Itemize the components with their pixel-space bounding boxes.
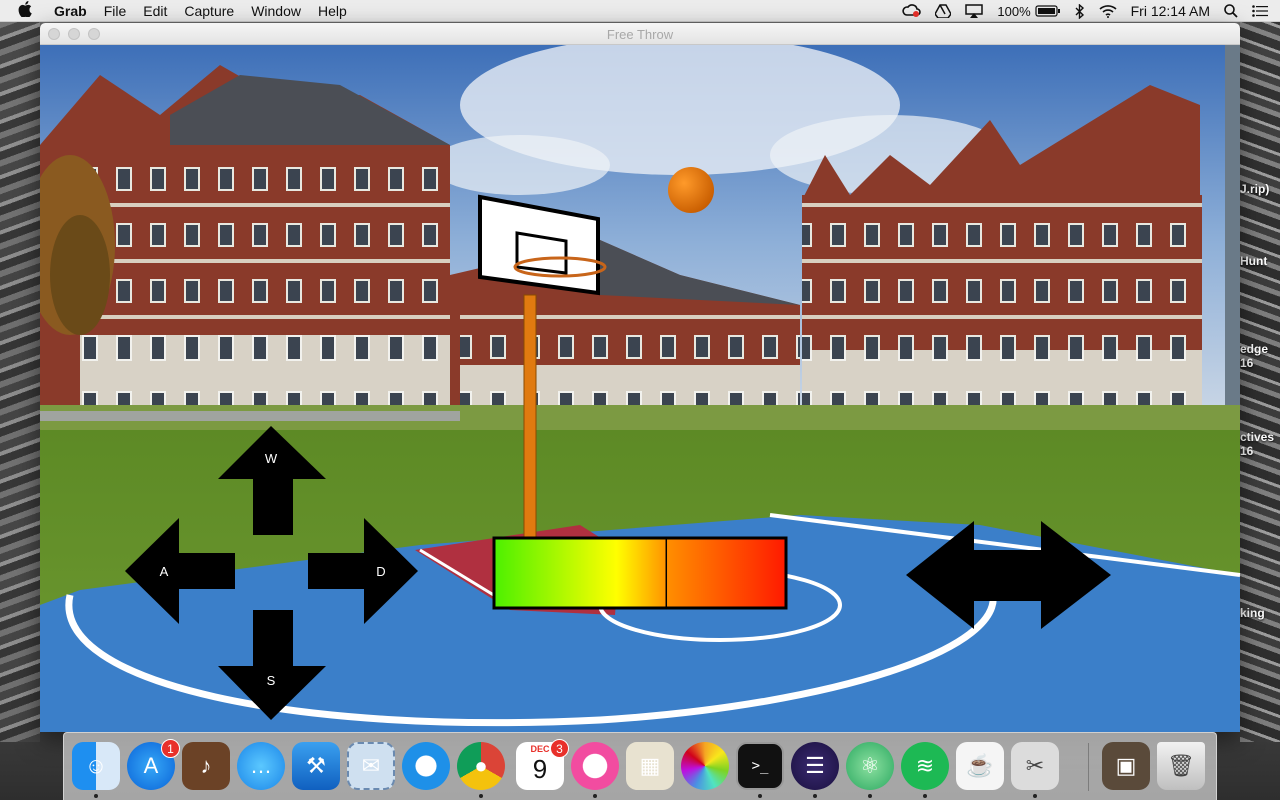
- apple-menu-icon[interactable]: [18, 0, 36, 21]
- bluetooth-icon[interactable]: [1075, 3, 1085, 19]
- desktop-wallpaper-left: [0, 22, 40, 742]
- desktop-file-label-3[interactable]: edge 16: [1240, 342, 1268, 370]
- terminal-icon[interactable]: >_: [736, 742, 784, 790]
- running-indicator: [923, 794, 927, 798]
- down-key-label: S: [267, 673, 276, 688]
- cloud: [430, 135, 610, 195]
- calendar-day: 9: [532, 754, 548, 784]
- battery-percent[interactable]: 100%: [997, 4, 1030, 19]
- creative-cloud-icon[interactable]: [901, 4, 922, 18]
- preview-glyph: ▦: [639, 753, 661, 778]
- game-canvas[interactable]: W A D S: [40, 45, 1240, 732]
- photos-icon[interactable]: [681, 742, 729, 790]
- itunes-glyph: ♫: [586, 753, 604, 778]
- running-indicator: [593, 794, 597, 798]
- garageband-icon[interactable]: ♪: [182, 742, 230, 790]
- free-throw-window: Free Throw W A D S: [40, 23, 1240, 732]
- running-indicator: [813, 794, 817, 798]
- desktop-file-label-4[interactable]: ctives 16: [1240, 430, 1274, 458]
- dock: ☺ A 1 ♪ … ⚒ ✉ ✦ ● DEC 9 3 ♫ ▦ >_ ☰ ⚛ ≋ ☕ ✂ ▣ 🗑: [63, 732, 1217, 800]
- window-title: Free Throw: [606, 27, 674, 42]
- running-indicator: [94, 794, 98, 798]
- mail-stamp-glyph: ✉: [361, 753, 381, 778]
- dock-separator: [1088, 743, 1089, 791]
- hoop-pole: [523, 294, 537, 566]
- java-glyph: ☕: [966, 753, 994, 778]
- calendar-icon[interactable]: DEC 9 3: [516, 739, 569, 790]
- messages-icon[interactable]: …: [237, 742, 285, 790]
- eclipse-glyph: ☰: [805, 753, 825, 778]
- finder-icon[interactable]: ☺: [72, 742, 120, 790]
- up-key-label: W: [265, 451, 278, 466]
- trash-glyph: 🗑: [1167, 753, 1195, 778]
- grab-scissors-glyph: ✂: [1025, 753, 1045, 778]
- spotify-glyph: ≋: [915, 753, 935, 778]
- app-store-icon[interactable]: A1: [127, 739, 180, 790]
- notification-badge: 1: [161, 739, 180, 758]
- java-icon[interactable]: ☕: [956, 742, 1004, 790]
- running-indicator: [868, 794, 872, 798]
- right-key-label: D: [376, 564, 385, 579]
- downloads-folder-icon[interactable]: ▣: [1102, 742, 1150, 790]
- xcode-icon[interactable]: ⚒: [292, 742, 340, 790]
- running-indicator: [1033, 794, 1037, 798]
- itunes-icon[interactable]: ♫: [571, 742, 619, 790]
- clock[interactable]: Fri 12:14 AM: [1131, 3, 1210, 19]
- atom-icon[interactable]: ⚛: [846, 742, 894, 790]
- window-titlebar[interactable]: Free Throw: [40, 23, 1240, 45]
- safari-icon[interactable]: ✦: [402, 742, 450, 790]
- preview-icon[interactable]: ▦: [626, 742, 674, 790]
- desktop-file-label-2[interactable]: Hunt: [1240, 254, 1267, 268]
- running-indicator: [758, 794, 762, 798]
- chrome-icon[interactable]: ●: [457, 742, 505, 790]
- downloads-folder-glyph: ▣: [1115, 753, 1137, 778]
- menu-bar: Grab File Edit Capture Window Help 100% …: [0, 0, 1280, 22]
- power-meter[interactable]: [492, 536, 788, 610]
- atom-glyph: ⚛: [860, 753, 880, 778]
- wifi-icon[interactable]: [1099, 4, 1117, 18]
- notification-center-icon[interactable]: [1252, 5, 1268, 17]
- google-drive-icon[interactable]: [935, 4, 952, 18]
- menu-edit[interactable]: Edit: [143, 3, 167, 19]
- building-edge: [1225, 45, 1240, 445]
- garageband-glyph: ♪: [200, 753, 212, 778]
- basketball[interactable]: [668, 167, 714, 213]
- running-indicator: [479, 794, 483, 798]
- trash-icon[interactable]: 🗑: [1157, 742, 1205, 790]
- notification-badge: 3: [550, 739, 569, 758]
- safari-glyph: ✦: [416, 753, 436, 778]
- battery-icon[interactable]: [1035, 5, 1061, 17]
- terminal-glyph: >_: [751, 758, 769, 774]
- grab-scissors-icon[interactable]: ✂: [1011, 742, 1059, 790]
- finder-glyph: ☺: [84, 753, 108, 778]
- spotify-icon[interactable]: ≋: [901, 742, 949, 790]
- xcode-glyph: ⚒: [306, 753, 326, 778]
- menu-window[interactable]: Window: [251, 3, 301, 19]
- menu-file[interactable]: File: [104, 3, 127, 19]
- desktop-file-label-5[interactable]: king: [1240, 606, 1265, 620]
- chrome-glyph: ●: [474, 753, 488, 778]
- sidewalk: [40, 411, 460, 421]
- mail-stamp-icon[interactable]: ✉: [347, 742, 395, 790]
- desktop-wallpaper-right: [1240, 22, 1280, 742]
- eclipse-icon[interactable]: ☰: [791, 742, 839, 790]
- spotlight-search-icon[interactable]: [1224, 4, 1238, 18]
- desktop-file-label-1[interactable]: J.rip): [1240, 182, 1269, 196]
- app-menu[interactable]: Grab: [54, 3, 87, 19]
- menu-capture[interactable]: Capture: [184, 3, 234, 19]
- airplay-icon[interactable]: [965, 4, 984, 18]
- menu-help[interactable]: Help: [318, 3, 347, 19]
- messages-glyph: …: [250, 753, 272, 778]
- power-meter-bar: [492, 536, 788, 610]
- app-store-glyph: A: [143, 753, 159, 778]
- left-key-label: A: [160, 564, 169, 579]
